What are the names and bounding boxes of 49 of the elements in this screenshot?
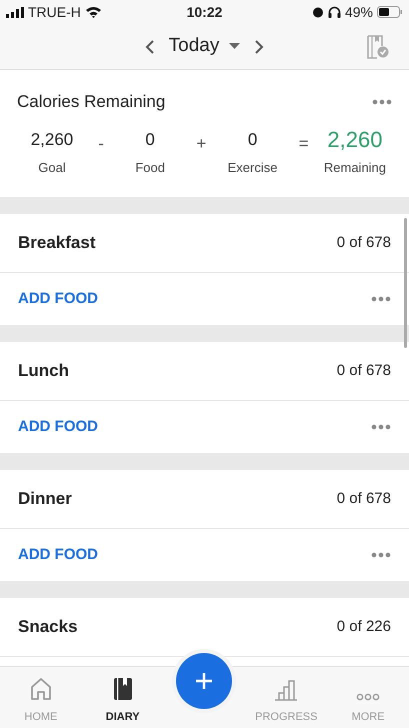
date-selector[interactable]: Today bbox=[168, 32, 240, 61]
meal-calories: 0 of 678 bbox=[336, 232, 391, 253]
next-day-icon[interactable] bbox=[254, 38, 264, 54]
calorie-label: Goal bbox=[38, 158, 66, 176]
previous-day-icon[interactable] bbox=[144, 38, 155, 54]
signal-icon bbox=[6, 6, 24, 18]
calorie-value: 2,260 bbox=[30, 128, 74, 150]
bar-chart-icon bbox=[274, 678, 298, 700]
calorie-label: Exercise bbox=[228, 158, 278, 176]
tab-item[interactable]: DIARY bbox=[82, 676, 164, 725]
carrier-name: TRUE-H bbox=[28, 2, 81, 22]
meal-calories: 0 of 678 bbox=[336, 360, 391, 381]
tab-item[interactable]: MORE bbox=[327, 692, 409, 725]
calorie-label: Food bbox=[135, 158, 165, 176]
headphones-icon bbox=[328, 6, 341, 18]
complete-diary-icon[interactable] bbox=[367, 35, 389, 59]
add-food-link[interactable]: ADD FOOD bbox=[18, 544, 98, 566]
tab-item[interactable]: HOME bbox=[0, 676, 82, 725]
add-food-link[interactable]: ADD FOOD bbox=[18, 416, 98, 438]
meal-name: Lunch bbox=[18, 360, 69, 382]
more-icon bbox=[356, 692, 380, 700]
calorie-value: 0 bbox=[248, 128, 258, 150]
calorie-value: 2,260 bbox=[327, 128, 382, 150]
home-icon bbox=[30, 676, 52, 700]
plus-icon bbox=[195, 672, 214, 690]
meal-options-icon[interactable] bbox=[371, 552, 391, 558]
add-button[interactable] bbox=[176, 653, 232, 709]
meal-name: Breakfast bbox=[18, 232, 96, 254]
meal-name: Dinner bbox=[18, 488, 72, 510]
calorie-label: Remaining bbox=[324, 158, 386, 177]
meal-name: Snacks bbox=[18, 616, 78, 638]
more-options-icon[interactable] bbox=[372, 98, 392, 105]
meal-options-icon[interactable] bbox=[371, 296, 391, 302]
wifi-icon bbox=[84, 6, 102, 18]
meal-options-icon[interactable] bbox=[371, 424, 391, 430]
book-icon bbox=[112, 676, 133, 700]
tab-item[interactable]: PROGRESS bbox=[245, 678, 328, 725]
dropdown-caret-icon bbox=[229, 43, 240, 50]
battery-icon bbox=[377, 6, 403, 18]
operator-symbol: - bbox=[98, 132, 104, 154]
add-food-link[interactable]: ADD FOOD bbox=[18, 288, 98, 310]
battery-percent: 49% bbox=[344, 2, 373, 22]
meal-calories: 0 of 678 bbox=[336, 488, 391, 509]
operator-symbol: + bbox=[196, 132, 206, 154]
operator-symbol: = bbox=[298, 132, 309, 154]
calorie-value: 0 bbox=[145, 128, 155, 150]
clock-time: 10:22 bbox=[186, 2, 222, 22]
meal-calories: 0 of 226 bbox=[336, 616, 391, 637]
card-title: Calories Remaining bbox=[17, 91, 166, 113]
